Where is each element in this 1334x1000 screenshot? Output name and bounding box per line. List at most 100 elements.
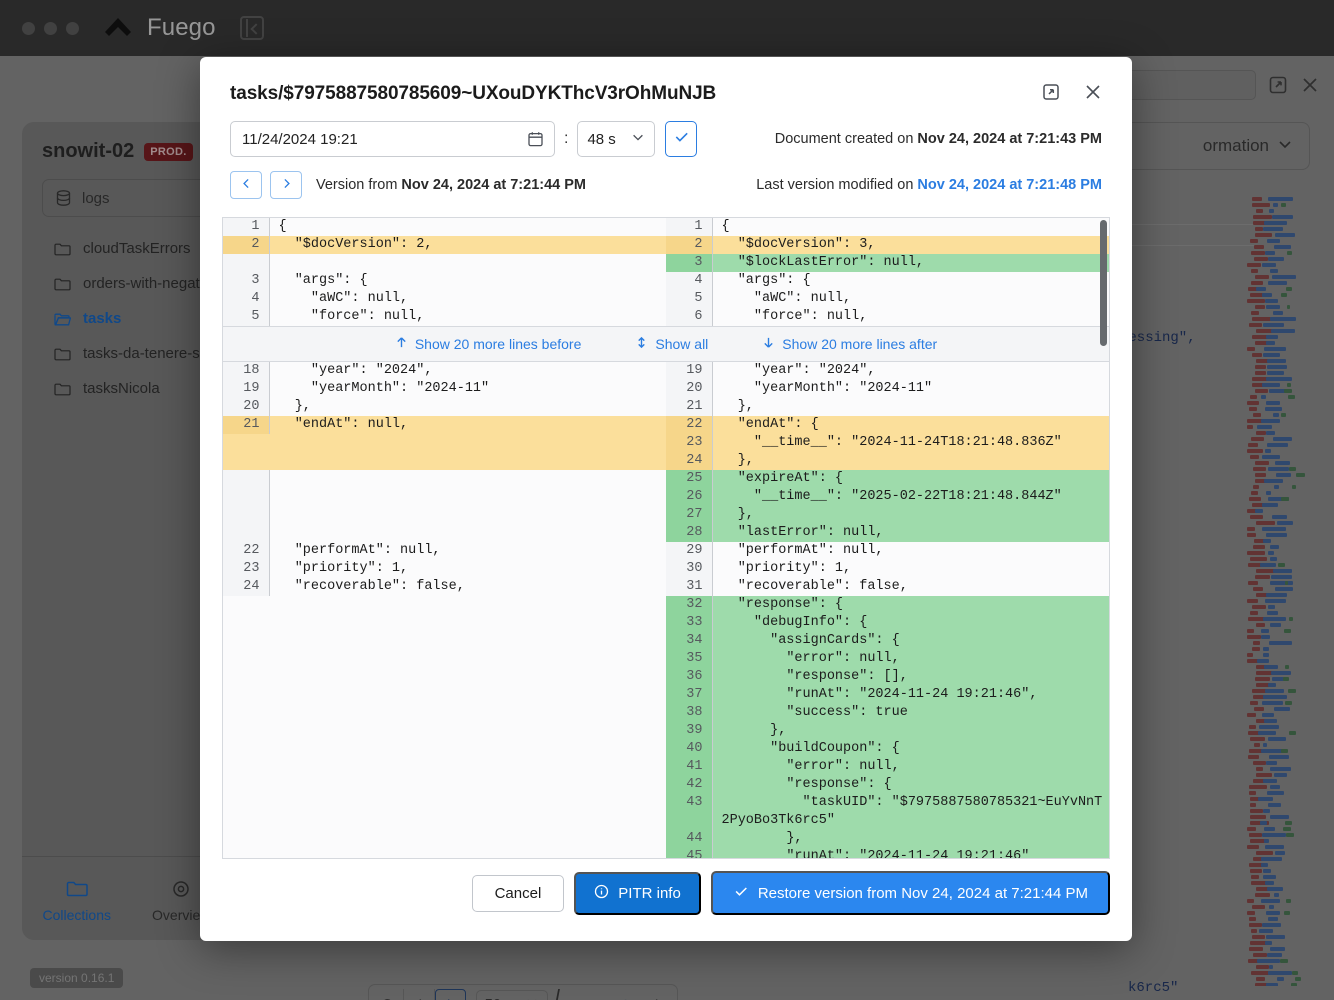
diff-line-number: 5 bbox=[223, 308, 270, 326]
show-lines-before-button[interactable]: Show 20 more lines before bbox=[395, 336, 581, 352]
apply-time-button[interactable] bbox=[665, 121, 698, 157]
arrow-down-icon bbox=[762, 336, 775, 352]
diff-line-number bbox=[223, 470, 270, 488]
diff-line-number: 39 bbox=[666, 722, 713, 740]
diff-line-number: 34 bbox=[666, 632, 713, 650]
diff-line-content: { bbox=[278, 219, 287, 234]
chevron-right-icon[interactable] bbox=[434, 989, 466, 1000]
dialog-header-actions bbox=[1042, 83, 1102, 101]
diff-line: 30 "priority": 1, bbox=[666, 560, 1109, 578]
cancel-button[interactable]: Cancel bbox=[471, 874, 565, 912]
diff-line: 4 "aWC": null, bbox=[223, 290, 666, 308]
previous-version-button[interactable] bbox=[230, 171, 262, 199]
diff-line bbox=[223, 524, 666, 542]
diff-scrollbar[interactable] bbox=[1100, 220, 1107, 346]
diff-line: 21 "endAt": null, bbox=[223, 416, 666, 434]
diff-line-number: 31 bbox=[666, 578, 713, 596]
diff-line: 19 "yearMonth": "2024-11" bbox=[223, 380, 666, 398]
diff-line-number: 22 bbox=[223, 542, 270, 560]
next-version-button[interactable] bbox=[270, 171, 302, 199]
diff-line-number: 18 bbox=[223, 362, 270, 380]
diff-right-bottom: 19 "year": "2024", 20 "yearMonth": "2024-… bbox=[666, 362, 1109, 858]
pitr-info-button[interactable]: PITR info bbox=[574, 871, 701, 915]
diff-line: 4 "args": { bbox=[666, 272, 1109, 290]
diff-line-number: 19 bbox=[666, 362, 713, 380]
diff-line: 26 "__time__": "2025-02-22T18:21:48.844Z… bbox=[666, 488, 1109, 506]
calendar-icon[interactable] bbox=[528, 131, 543, 147]
bar-chart-icon[interactable] bbox=[612, 989, 643, 1000]
restore-version-button[interactable]: Restore version from Nov 24, 2024 at 7:2… bbox=[710, 871, 1110, 915]
chevron-left-icon[interactable] bbox=[404, 989, 435, 1000]
tab-collections[interactable]: Collections bbox=[43, 880, 111, 923]
diff-line: 44 }, bbox=[666, 830, 1109, 848]
diff-line-number bbox=[223, 452, 270, 470]
code-minimap[interactable] bbox=[1245, 196, 1320, 986]
window-maximize-dot[interactable] bbox=[66, 21, 79, 35]
diff-line-number: 36 bbox=[666, 668, 713, 686]
version-restore-dialog: tasks/$7975887580785609~UXouDYKThcV3rOhM… bbox=[200, 57, 1132, 941]
chevron-logo-icon bbox=[103, 15, 133, 41]
diff-line: 36 "response": [], bbox=[666, 668, 1109, 686]
check-icon bbox=[673, 128, 690, 150]
show-lines-after-button[interactable]: Show 20 more lines after bbox=[762, 336, 937, 352]
diff-line: 6 "force": null, bbox=[666, 308, 1109, 326]
collapse-panel-icon[interactable] bbox=[239, 16, 264, 40]
seconds-select-value: 48 s bbox=[587, 130, 616, 148]
created-prefix: Document created on bbox=[774, 131, 918, 147]
seconds-select[interactable]: 48 s bbox=[577, 121, 656, 157]
diff-line: 33 "debugInfo": { bbox=[666, 614, 1109, 632]
diff-left-bottom: 18 "year": "2024", 19 "yearMonth": "2024-… bbox=[223, 362, 666, 858]
diff-line bbox=[223, 254, 666, 272]
diff-line-content: "args": { bbox=[278, 273, 368, 288]
datetime-input-value: 11/24/2024 19:21 bbox=[242, 130, 358, 148]
close-icon[interactable] bbox=[1300, 75, 1320, 95]
diff-line: 23 "__time__": "2024-11-24T18:21:48.836Z… bbox=[666, 434, 1109, 452]
diff-line: 29 "performAt": null, bbox=[666, 542, 1109, 560]
pitr-info-label: PITR info bbox=[618, 884, 681, 902]
version-navigation: Version from Nov 24, 2024 at 7:21:44 PM … bbox=[200, 157, 1132, 199]
folder-icon bbox=[54, 347, 71, 361]
window-close-dot[interactable] bbox=[22, 21, 35, 35]
modified-date-link[interactable]: Nov 24, 2024 at 7:21:48 PM bbox=[917, 177, 1102, 193]
diff-line-content: "endAt": { bbox=[712, 416, 1109, 434]
diff-line-number: 35 bbox=[666, 650, 713, 668]
diff-line-content: "response": [], bbox=[712, 668, 1109, 686]
diff-line-content: "force": null, bbox=[721, 309, 868, 324]
diff-line bbox=[223, 470, 666, 488]
sidebar-item-label: tasks bbox=[83, 310, 122, 327]
diff-line-content: "yearMonth": "2024-11" bbox=[721, 381, 933, 396]
diff-viewer[interactable]: 1{2 "$docVersion": 2, 3 "args": {4 "aWC"… bbox=[222, 217, 1110, 859]
window-minimize-dot[interactable] bbox=[44, 21, 57, 35]
window-titlebar: Fuego bbox=[0, 0, 1334, 56]
datetime-input[interactable]: 11/24/2024 19:21 bbox=[230, 121, 555, 157]
diff-line-number: 44 bbox=[666, 830, 713, 848]
diff-line-content: "force": null, bbox=[278, 309, 425, 324]
traffic-lights[interactable] bbox=[22, 21, 79, 35]
page-size-select[interactable]: 50 bbox=[475, 990, 548, 1000]
diff-line: 31 "recoverable": false, bbox=[666, 578, 1109, 596]
diff-line-content: "year": "2024", bbox=[278, 363, 433, 378]
diff-line-content: "__time__": "2024-11-24T18:21:48.836Z" bbox=[712, 434, 1109, 452]
diff-line-number: 1 bbox=[666, 218, 713, 236]
open-external-icon[interactable] bbox=[1268, 75, 1288, 95]
diff-line-number: 27 bbox=[666, 506, 713, 524]
diff-line-number: 37 bbox=[666, 686, 713, 704]
diff-line-number bbox=[223, 524, 270, 542]
diff-line-content: "endAt": null, bbox=[269, 416, 666, 434]
refresh-icon[interactable] bbox=[373, 989, 404, 1000]
open-external-icon[interactable] bbox=[1042, 83, 1060, 101]
close-icon[interactable] bbox=[1084, 83, 1102, 101]
diff-line-number: 22 bbox=[666, 416, 713, 434]
diff-line: 19 "year": "2024", bbox=[666, 362, 1109, 380]
diff-line: 5 "force": null, bbox=[223, 308, 666, 326]
folder-icon bbox=[66, 880, 88, 901]
diff-line-number bbox=[223, 254, 270, 272]
diff-line: 1{ bbox=[223, 218, 666, 236]
chevron-right-icon[interactable] bbox=[642, 989, 673, 1000]
diff-line: 1{ bbox=[666, 218, 1109, 236]
diff-line-content: "args": { bbox=[721, 273, 811, 288]
diff-line: 22 "endAt": { bbox=[666, 416, 1109, 434]
diff-line-content: "$docVersion": 2, bbox=[269, 236, 666, 254]
show-all-button[interactable]: Show all bbox=[635, 336, 708, 352]
diff-line: 22 "performAt": null, bbox=[223, 542, 666, 560]
